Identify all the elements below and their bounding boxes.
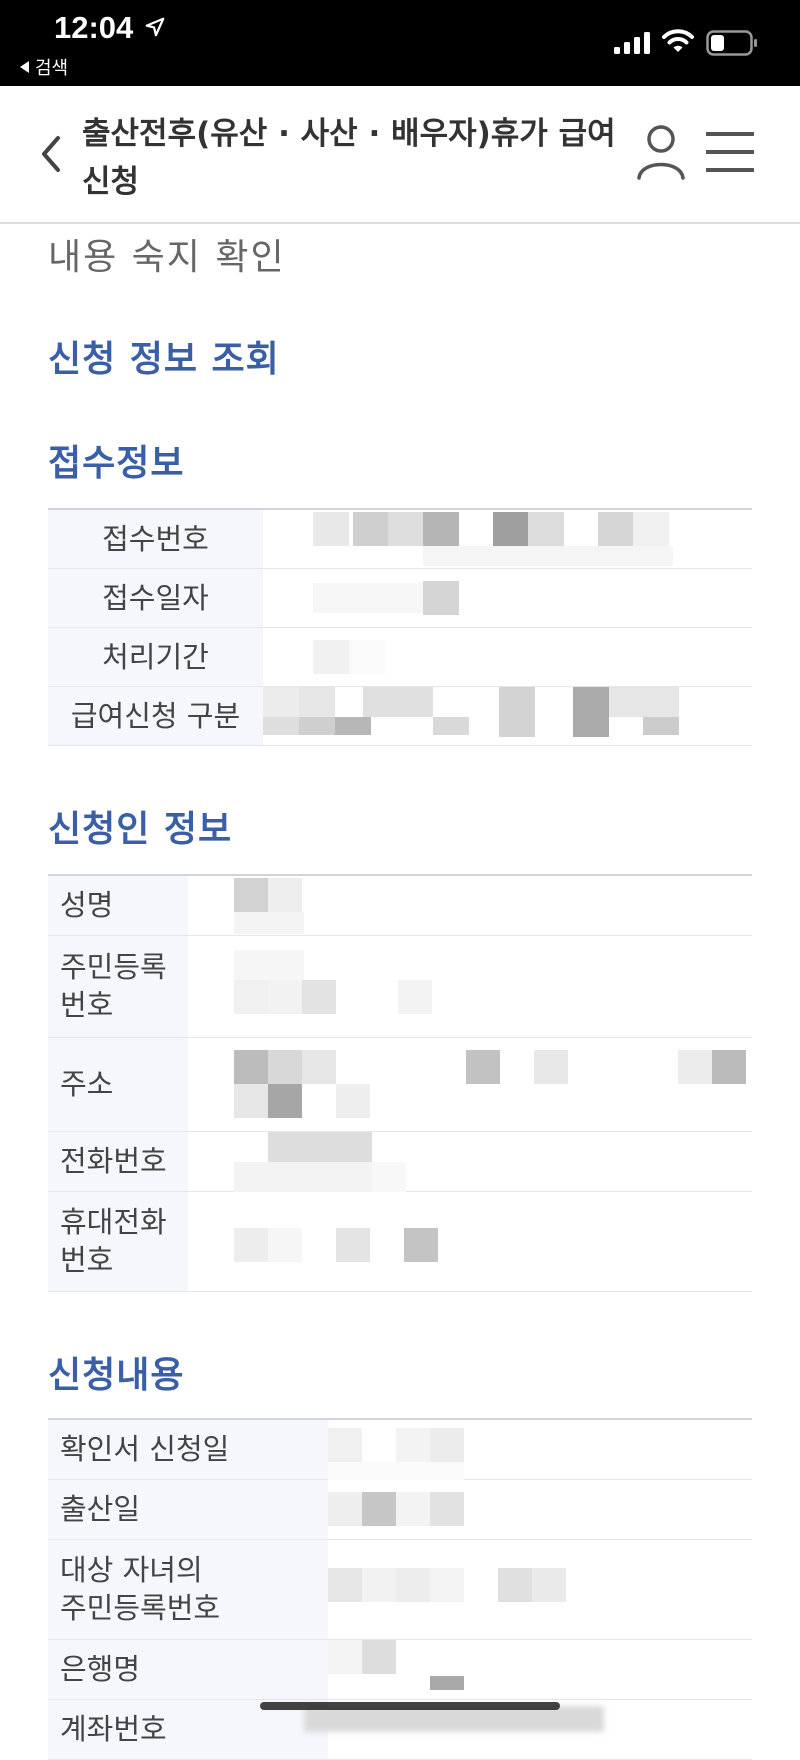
reception-title: 접수정보 <box>48 443 185 484</box>
benefit-type-value <box>263 686 752 746</box>
name-value <box>188 875 752 936</box>
table-row: 접수일자 <box>48 568 752 628</box>
hamburger-menu-icon[interactable] <box>706 130 754 174</box>
child-resident-number-label: 대상 자녀의 주민등록번호 <box>48 1539 328 1640</box>
reception-date-value <box>263 568 752 628</box>
table-row: 처리기간 <box>48 627 752 687</box>
user-icon[interactable] <box>636 124 686 180</box>
table-row: 주민등록 번호 <box>48 935 752 1038</box>
back-chevron-icon[interactable] <box>36 134 66 174</box>
location-arrow-icon <box>145 17 165 37</box>
app-header: 출산전후(유산 · 사산 · 배우자)휴가 급여 신청 <box>0 86 800 224</box>
child-resident-number-value <box>328 1539 752 1640</box>
processing-period-label: 처리기간 <box>48 627 263 687</box>
phone-label: 전화번호 <box>48 1131 188 1192</box>
page-title: 출산전후(유산 · 사산 · 배우자)휴가 급여 신청 <box>82 116 616 200</box>
name-label: 성명 <box>48 875 188 936</box>
home-indicator[interactable] <box>260 1702 560 1710</box>
reception-number-value <box>263 509 752 569</box>
phone-value <box>188 1131 752 1192</box>
table-row: 성명 <box>48 875 752 936</box>
wifi-icon <box>662 29 694 52</box>
applicant-title: 신청인 정보 <box>48 809 233 850</box>
reception-number-label: 접수번호 <box>48 509 263 569</box>
table-row: 대상 자녀의 주민등록번호 <box>48 1539 752 1640</box>
table-row: 확인서 신청일 <box>48 1419 752 1480</box>
applicant-table: 성명 주민등록 번호 주소 전화번호 휴대전화 번호 <box>48 874 752 1292</box>
reception-date-label: 접수일자 <box>48 568 263 628</box>
back-to-search[interactable]: 검색 <box>20 54 68 80</box>
battery-icon <box>706 30 757 56</box>
resident-number-label: 주민등록 번호 <box>48 935 188 1038</box>
table-row: 출산일 <box>48 1479 752 1540</box>
bank-name-label: 은행명 <box>48 1639 328 1700</box>
back-to-search-label: 검색 <box>35 58 69 79</box>
application-title: 신청내용 <box>48 1355 185 1396</box>
address-label: 주소 <box>48 1037 188 1132</box>
processing-period-value <box>263 627 752 687</box>
confirmation-date-value <box>328 1419 752 1480</box>
table-row: 급여신청 구분 <box>48 686 752 746</box>
table-row: 은행명 <box>48 1639 752 1700</box>
section-title: 내용 숙지 확인 <box>48 237 286 278</box>
back-triangle-icon <box>20 61 29 73</box>
table-row: 전화번호 <box>48 1131 752 1192</box>
cellular-signal-icon <box>614 32 650 54</box>
mobile-label: 휴대전화 번호 <box>48 1191 188 1292</box>
table-row: 접수번호 <box>48 509 752 569</box>
confirmation-date-label: 확인서 신청일 <box>48 1419 328 1480</box>
table-row: 휴대전화 번호 <box>48 1191 752 1292</box>
status-time: 12:04 <box>54 10 134 45</box>
birth-date-label: 출산일 <box>48 1479 328 1540</box>
mobile-value <box>188 1191 752 1292</box>
birth-date-value <box>328 1479 752 1540</box>
address-value <box>188 1037 752 1132</box>
status-bar: 12:04 검색 <box>0 0 800 86</box>
reception-table: 접수번호 접수일자 처리기간 급여신청 구분 <box>48 508 752 746</box>
resident-number-value <box>188 935 752 1038</box>
subsection-title: 신청 정보 조회 <box>48 339 280 380</box>
bank-name-value <box>328 1639 752 1700</box>
table-row: 주소 <box>48 1037 752 1132</box>
benefit-type-label: 급여신청 구분 <box>48 686 263 746</box>
